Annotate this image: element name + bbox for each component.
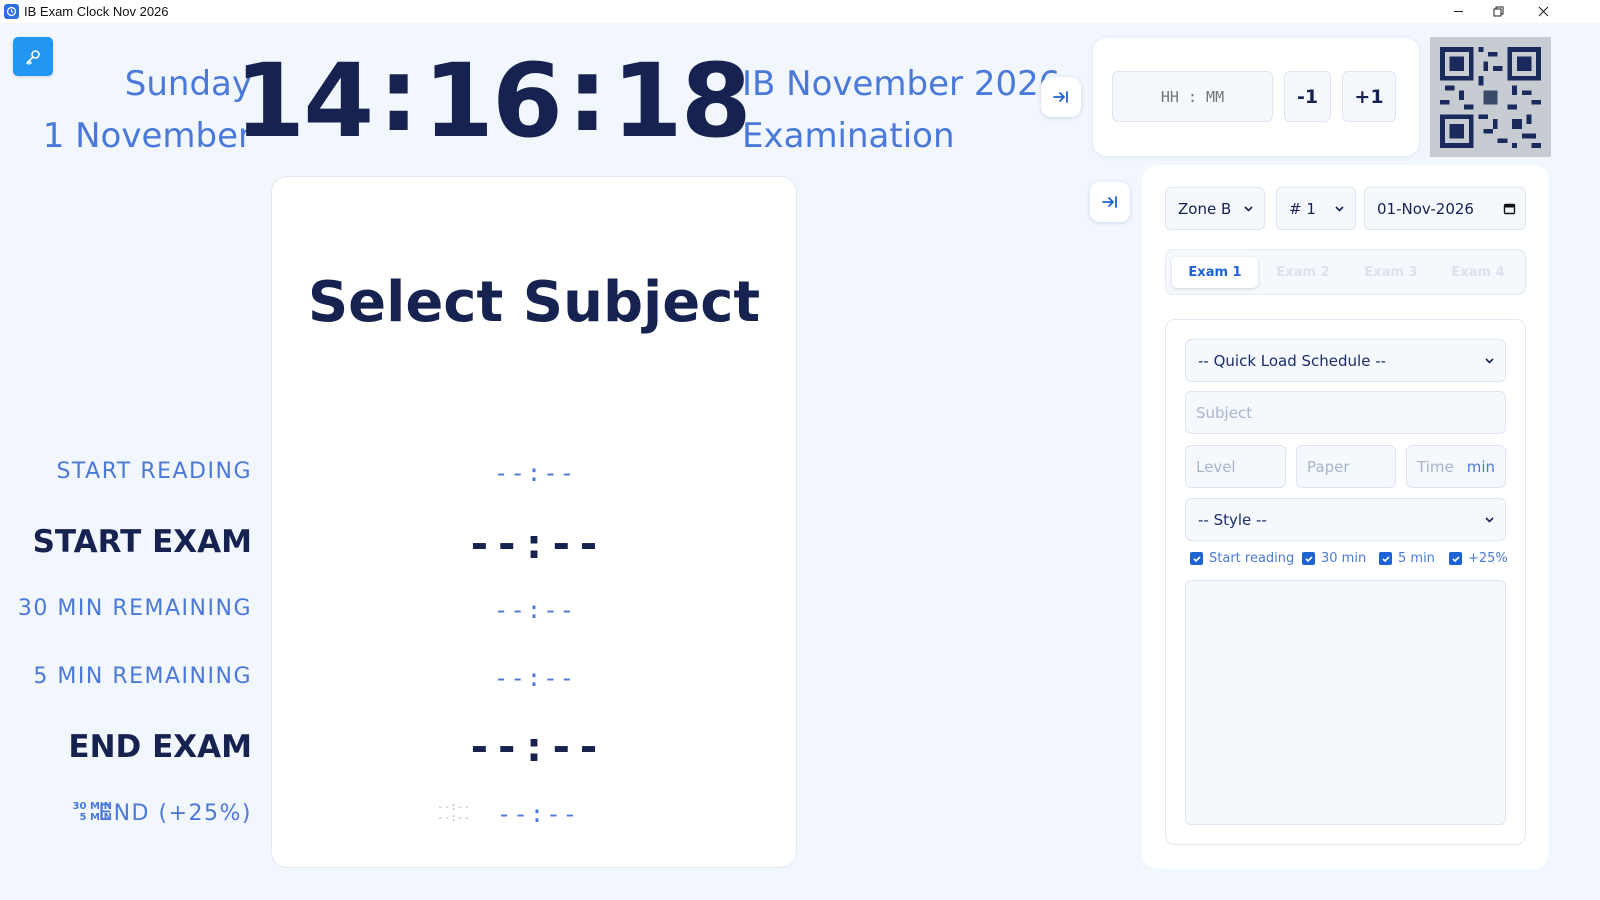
tab-exam-3[interactable]: Exam 3 [1348,257,1434,288]
time-input-placeholder: Time [1417,457,1454,476]
checkbox-checked-icon[interactable] [1302,552,1315,565]
checkbox-checked-icon[interactable] [1379,552,1392,565]
qr-code-icon [1440,46,1541,148]
number-select[interactable]: # 1 [1276,187,1356,230]
minimize-button[interactable] [1436,0,1480,23]
minus-one-button[interactable]: -1 [1284,71,1331,122]
qr-code [1430,37,1551,157]
close-button[interactable] [1521,0,1565,23]
level-input[interactable]: Level [1185,445,1286,488]
date-input[interactable]: 01-Nov-2026 [1364,187,1526,230]
value-30-min: --:-- [493,596,577,624]
date-display: Sunday 1 November [20,58,252,162]
extra-time-mini-values: --:-- --:-- [437,801,470,823]
checkbox-checked-icon[interactable] [1190,552,1203,565]
exam-title-line2: Examination [742,116,955,156]
zone-select-value: Zone B [1178,199,1232,218]
exam-title-line1: IB November 2026 [742,64,1061,104]
checkbox-label: 5 min [1398,551,1435,566]
style-select[interactable]: -- Style -- [1185,498,1506,541]
number-select-value: # 1 [1289,199,1316,218]
time-input[interactable]: Time min [1406,445,1506,488]
checkbox-start-reading[interactable]: Start reading [1190,551,1294,566]
chevron-down-icon [1485,517,1494,523]
close-icon [1538,6,1548,17]
label-end-extra-time: END (+25%) [98,801,252,826]
tab-exam-2[interactable]: Exam 2 [1260,257,1346,288]
label-end-exam: END EXAM [68,729,252,765]
calendar-icon [1503,203,1516,215]
restore-button[interactable] [1476,0,1520,23]
clock-minutes: 16 [423,42,563,161]
subject-title: Select Subject [307,270,761,335]
value-5-min: --:-- [493,664,577,692]
label-start-exam: START EXAM [32,524,252,560]
collapse-right-icon [1053,91,1068,103]
collapse-panel-button[interactable] [1090,182,1130,222]
subject-input[interactable]: Subject [1185,391,1506,434]
clock-hours: 14 [234,42,374,161]
value-end-exam: --:-- [466,722,604,771]
minimize-icon [1453,11,1463,12]
time-override-input[interactable] [1112,71,1273,122]
window-title: IB Exam Clock Nov 2026 [24,4,169,19]
zone-select[interactable]: Zone B [1165,187,1265,230]
checkbox-5-min[interactable]: 5 min [1379,551,1435,566]
exam-session-title: IB November 2026 Examination [742,58,1061,162]
label-start-reading: START READING [56,459,252,484]
collapse-adjust-button[interactable] [1041,77,1081,117]
value-start-reading: --:-- [493,459,577,487]
checkbox-label: Start reading [1209,551,1295,566]
clock-seconds: 18 [611,42,752,161]
checkbox-30-min[interactable]: 30 min [1302,551,1366,566]
time-adjust-panel: -1 +1 [1093,38,1419,156]
exam-tabs: Exam 1 Exam 2 Exam 3 Exam 4 [1165,249,1526,295]
time-unit-label: min [1466,457,1495,476]
day-name: Sunday [124,64,252,104]
style-select-value: -- Style -- [1198,510,1267,529]
paper-input[interactable]: Paper [1296,445,1396,488]
chevron-down-icon [1485,358,1494,364]
clock-separator: : [378,36,419,155]
plus-one-button[interactable]: +1 [1342,71,1396,122]
mini-label-5: 5 MIN [79,812,112,823]
value-start-exam: --:-- [466,519,604,568]
quick-load-select[interactable]: -- Quick Load Schedule -- [1185,339,1506,382]
tab-exam-4[interactable]: Exam 4 [1435,257,1521,288]
chevron-down-icon [1335,206,1344,212]
collapse-right-icon [1102,196,1117,208]
extra-time-mini-labels: 30 MIN 5 MIN [68,801,112,823]
checkbox-checked-icon[interactable] [1449,552,1462,565]
mini-label-30: 30 MIN [72,801,112,812]
label-30-min-remaining: 30 MIN REMAINING [17,596,252,621]
label-5-min-remaining: 5 MIN REMAINING [33,664,252,689]
clock-separator: : [566,36,608,155]
checkbox-label: +25% [1468,551,1508,566]
mini-value-5: --:-- [437,811,471,824]
date-text: 1 November [42,116,252,156]
tab-exam-1[interactable]: Exam 1 [1172,257,1258,288]
value-end-extra-time: --:-- [496,800,580,828]
checkbox-extra-time[interactable]: +25% [1449,551,1508,566]
main-clock: 14 : 16 : 18 [234,36,751,161]
chevron-down-icon [1244,206,1253,212]
checkbox-label: 30 min [1321,551,1367,566]
notes-textarea[interactable] [1185,580,1506,825]
quick-load-value: -- Quick Load Schedule -- [1198,351,1387,370]
restore-icon [1493,6,1503,17]
title-bar: IB Exam Clock Nov 2026 [0,0,1600,23]
clock-icon [4,4,19,19]
date-input-value: 01-Nov-2026 [1377,199,1474,218]
